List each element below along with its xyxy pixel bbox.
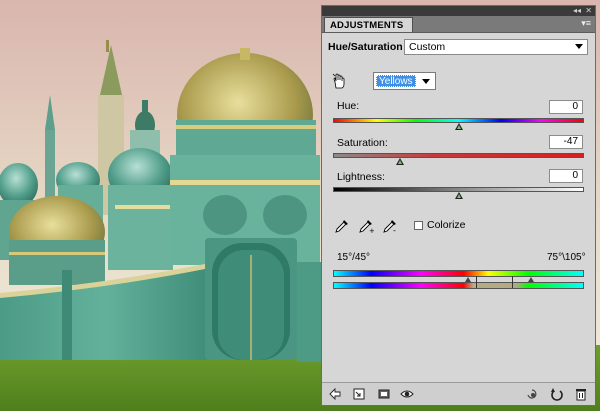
- saturation-label: Saturation:: [337, 137, 388, 149]
- range-end-handle[interactable]: [512, 276, 513, 288]
- colorize-checkbox[interactable]: [414, 221, 423, 230]
- lightness-label: Lightness:: [337, 171, 385, 183]
- lightness-slider-thumb[interactable]: [454, 192, 463, 199]
- preset-dropdown[interactable]: Custom: [404, 39, 588, 55]
- preset-value: Custom: [409, 41, 446, 53]
- eyedropper-add-icon[interactable]: +: [358, 218, 374, 234]
- panel-menu-icon[interactable]: ▾≡: [581, 18, 591, 29]
- range-falloff-left-handle[interactable]: [465, 277, 471, 282]
- panel-titlebar[interactable]: ◂◂ ✕: [322, 6, 595, 16]
- channel-dropdown[interactable]: Yellows: [373, 72, 436, 90]
- saturation-slider-track[interactable]: [333, 153, 584, 158]
- on-image-adjust-icon[interactable]: [332, 73, 346, 89]
- return-arrow-icon[interactable]: [328, 387, 342, 401]
- tab-label: ADJUSTMENTS: [330, 20, 404, 31]
- chevron-down-icon: [422, 79, 430, 84]
- clip-layer-icon[interactable]: [352, 387, 366, 401]
- range-start-handle[interactable]: [476, 276, 477, 288]
- range-falloff-right-handle[interactable]: [528, 277, 534, 282]
- eye-icon[interactable]: [400, 387, 414, 401]
- panel-footer: [322, 382, 595, 405]
- trash-icon[interactable]: [574, 387, 588, 401]
- svg-text:+: +: [369, 227, 374, 234]
- eyedropper-subtract-icon[interactable]: -: [382, 218, 398, 234]
- collapse-panel-button[interactable]: ◂◂: [573, 6, 581, 16]
- hue-slider-thumb[interactable]: [454, 123, 463, 130]
- adjustment-title: Hue/Saturation: [328, 41, 403, 53]
- saturation-slider-thumb[interactable]: [395, 158, 404, 165]
- range-left-label: 15°/45°: [337, 252, 371, 263]
- adjustments-panel: ◂◂ ✕ ADJUSTMENTS ▾≡ Hue/Saturation Custo…: [321, 5, 596, 406]
- close-panel-button[interactable]: ✕: [585, 6, 592, 16]
- svg-text:-: -: [393, 226, 396, 234]
- chevron-down-icon: [575, 44, 583, 49]
- lightness-field[interactable]: 0: [549, 169, 583, 183]
- channel-value: Yellows: [376, 75, 416, 87]
- saturation-field[interactable]: -47: [549, 135, 583, 149]
- layer-visibility-icon[interactable]: [377, 387, 391, 401]
- colorize-label: Colorize: [427, 219, 466, 231]
- input-color-bar: [333, 270, 584, 277]
- output-color-bar: [333, 282, 584, 289]
- reset-icon[interactable]: [550, 387, 564, 401]
- tab-strip: ADJUSTMENTS ▾≡: [322, 16, 595, 33]
- hue-label: Hue:: [337, 100, 360, 112]
- view-previous-icon[interactable]: [525, 387, 539, 401]
- eyedropper-icon[interactable]: [334, 218, 350, 234]
- tab-adjustments[interactable]: ADJUSTMENTS: [324, 17, 414, 32]
- hue-field[interactable]: 0: [549, 100, 583, 114]
- range-right-label: 75°\105°: [547, 252, 586, 263]
